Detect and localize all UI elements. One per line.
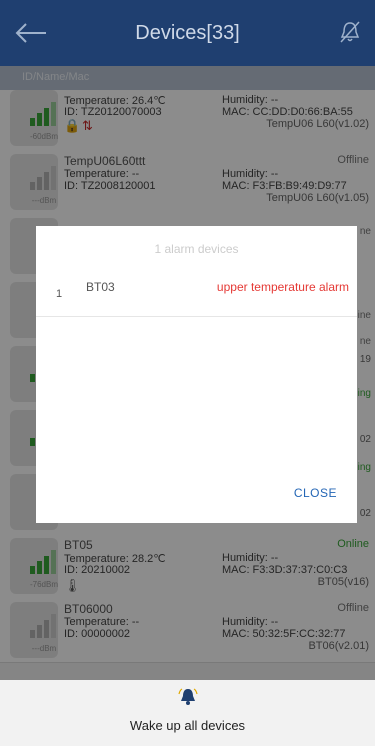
page-title: Devices[33]	[135, 21, 240, 44]
wake-bell-icon[interactable]	[178, 686, 198, 706]
footer-bar: Wake up all devices	[0, 680, 375, 746]
alarm-message: upper temperature alarm	[216, 280, 349, 294]
dialog-title: 1 alarm devices	[154, 242, 239, 256]
wake-all-button[interactable]: Wake up all devices	[0, 718, 375, 733]
alarm-list-item[interactable]: 1 BT03 upper temperature alarm	[36, 272, 357, 317]
alarm-device-name: BT03	[86, 280, 115, 294]
app-header: Devices[33]	[0, 0, 375, 66]
back-arrow-icon[interactable]	[14, 22, 48, 44]
close-button[interactable]: CLOSE	[294, 486, 337, 500]
alarm-index: 1	[56, 288, 63, 300]
alarm-dialog: 1 alarm devices 1 BT03 upper temperature…	[36, 226, 357, 523]
bell-icon[interactable]	[339, 20, 361, 44]
